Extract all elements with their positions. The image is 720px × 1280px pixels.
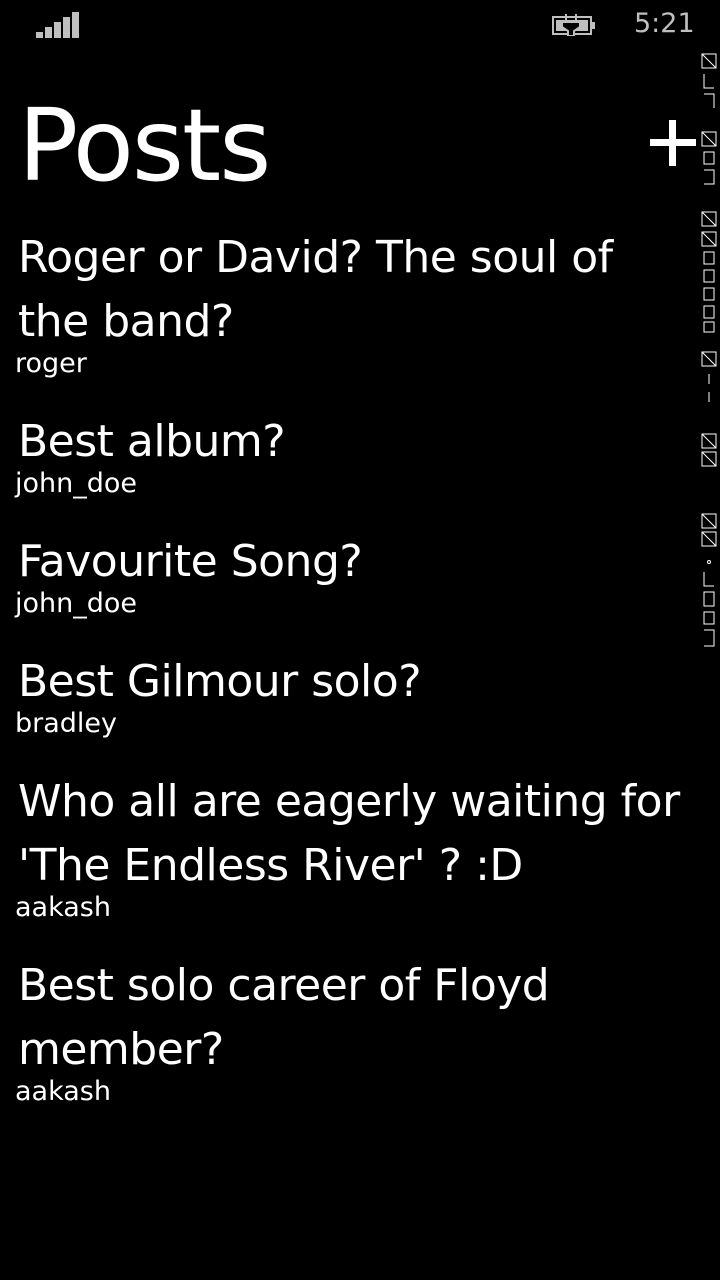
list-item[interactable]: Best Gilmour solo? bradley bbox=[0, 650, 700, 744]
post-title: Who all are eagerly waiting for 'The End… bbox=[18, 776, 680, 891]
list-item[interactable]: Best solo career of Floyd member? aakash bbox=[0, 954, 700, 1112]
list-item[interactable]: Favourite Song? john_doe bbox=[0, 530, 700, 624]
status-bar: 5:21 bbox=[0, 0, 720, 50]
list-item[interactable]: Best album? john_doe bbox=[0, 410, 700, 504]
list-item[interactable]: Who all are eagerly waiting for 'The End… bbox=[0, 770, 700, 928]
battery-charging-icon bbox=[552, 14, 595, 36]
post-author: john_doe bbox=[15, 468, 138, 499]
post-list[interactable]: Roger or David? The soul of the band? ro… bbox=[0, 226, 700, 1160]
add-post-button[interactable] bbox=[648, 118, 698, 168]
list-item[interactable]: Roger or David? The soul of the band? ro… bbox=[0, 226, 700, 384]
status-time: 5:21 bbox=[634, 8, 695, 39]
post-title: Best solo career of Floyd member? bbox=[18, 960, 550, 1075]
signal-strength-icon bbox=[36, 12, 80, 38]
page-title: Posts bbox=[18, 87, 271, 204]
post-title: Roger or David? The soul of the band? bbox=[18, 232, 613, 347]
debug-counter-strip bbox=[701, 53, 717, 647]
